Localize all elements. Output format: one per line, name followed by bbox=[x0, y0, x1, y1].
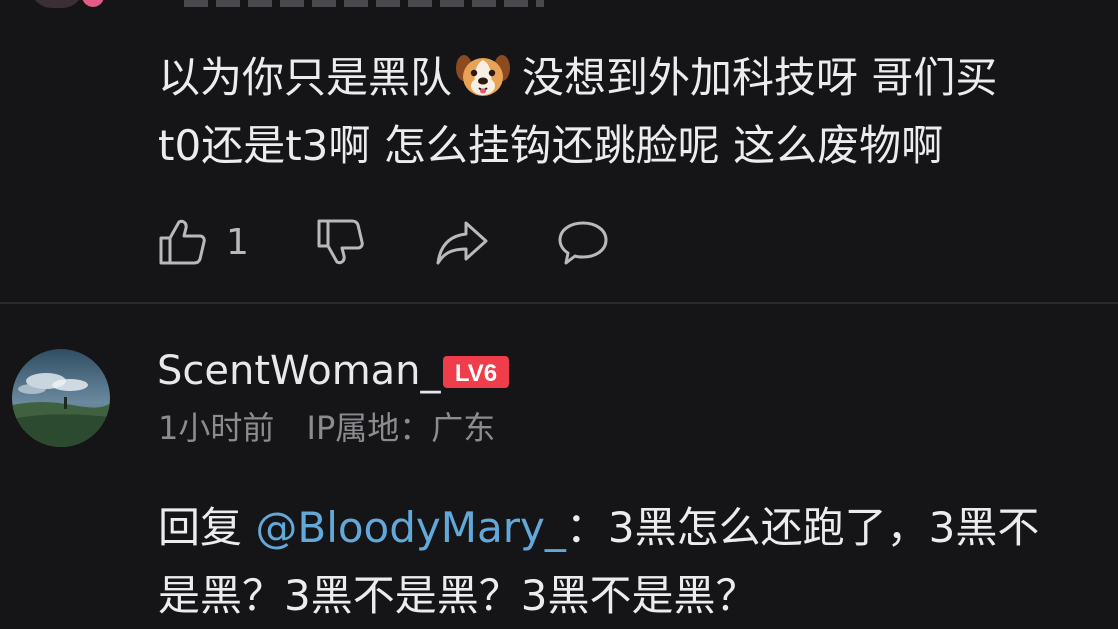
landscape-avatar-image bbox=[12, 349, 110, 447]
like-count: 1 bbox=[226, 221, 249, 263]
comment-text-part: 没想到外加科技呀 哥们买 bbox=[522, 53, 998, 102]
comment-body: 以为你只是黑队 没想到外加科技呀 哥们买 t0还是t3啊 怎么挂钩还跳脸呢 这么… bbox=[158, 44, 1118, 180]
mention-link[interactable]: @BloodyMary_ bbox=[255, 503, 566, 552]
comment-divider bbox=[0, 302, 1118, 304]
previous-avatar[interactable] bbox=[30, 0, 84, 8]
comment-line-1: 以为你只是黑队 没想到外加科技呀 哥们买 bbox=[158, 44, 1118, 112]
avatar[interactable] bbox=[12, 349, 110, 447]
comment-bubble-icon bbox=[558, 221, 608, 265]
dislike-button[interactable] bbox=[316, 217, 366, 267]
previous-comment-header bbox=[30, 0, 544, 8]
level-badge-text: LV6 bbox=[455, 360, 497, 387]
reply-comment-body: 回复 @BloodyMary_：3黑怎么还跑了，3黑不 是黑？3黑不是黑？3黑不… bbox=[158, 494, 1118, 629]
reply-line-1: 回复 @BloodyMary_：3黑怎么还跑了，3黑不 bbox=[158, 494, 1118, 562]
thumbs-up-icon bbox=[159, 219, 206, 265]
thumbs-down-icon bbox=[317, 219, 364, 265]
share-arrow-icon bbox=[436, 221, 488, 265]
reply-line-2: 是黑？3黑不是黑？3黑不是黑？ bbox=[158, 571, 758, 620]
reply-button[interactable] bbox=[556, 217, 610, 267]
like-button[interactable]: 1 bbox=[158, 217, 268, 267]
comment-meta: 1小时前 IP属地：广东 bbox=[158, 406, 495, 450]
comment-time: 1小时前 bbox=[158, 409, 275, 447]
comment-actions: 1 bbox=[158, 214, 610, 270]
username[interactable]: ScentWoman_ bbox=[157, 346, 441, 396]
dog-face-emoji-icon bbox=[456, 55, 511, 96]
reply-prefix: 回复 bbox=[158, 503, 243, 552]
reply-text-part: ：3黑怎么还跑了，3黑不 bbox=[565, 503, 1040, 552]
comment-line-2: t0还是t3啊 怎么挂钩还跳脸呢 这么废物啊 bbox=[158, 121, 944, 170]
previous-avatar-badge bbox=[82, 0, 104, 7]
comment-text-part: 以为你只是黑队 bbox=[158, 53, 453, 102]
previous-username bbox=[184, 0, 544, 7]
ip-location: IP属地：广东 bbox=[306, 409, 496, 447]
share-button[interactable] bbox=[434, 217, 490, 267]
level-badge-icon: LV6 bbox=[443, 356, 509, 388]
